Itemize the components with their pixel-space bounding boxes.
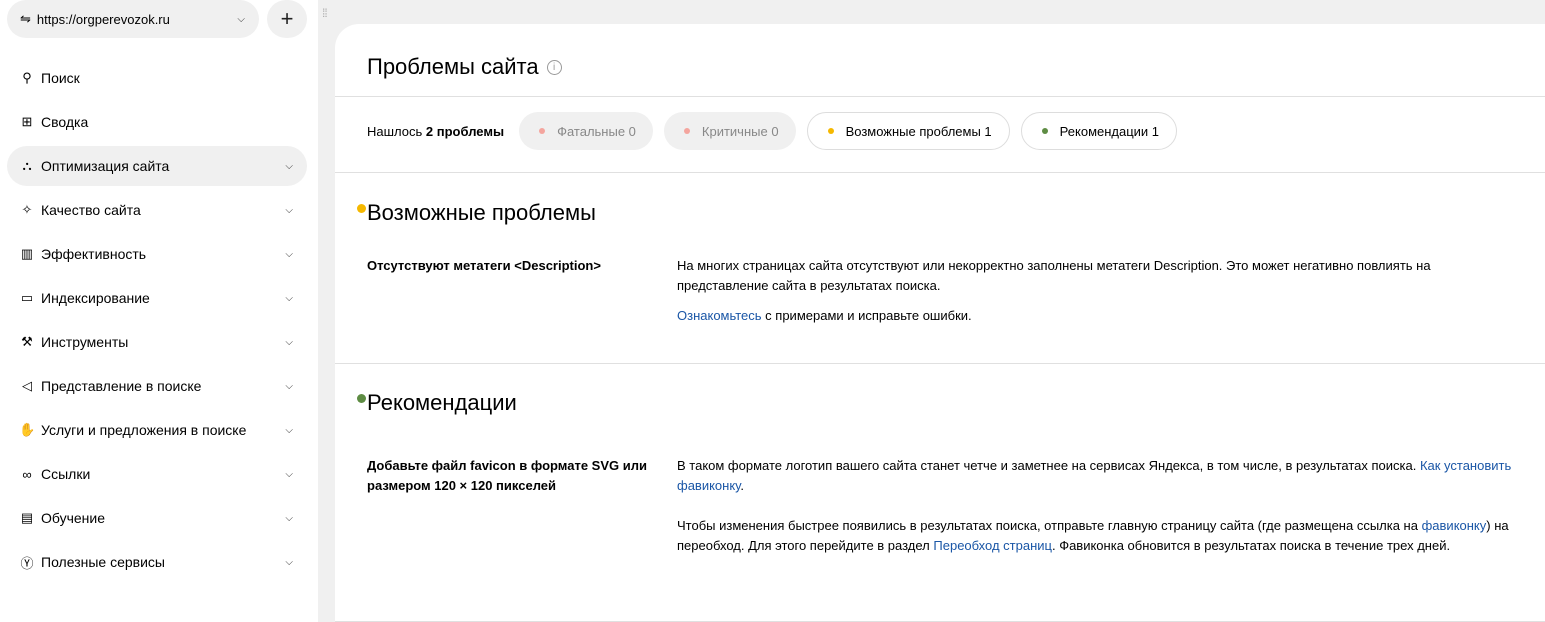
filter-chip[interactable]: Возможные проблемы 1 bbox=[806, 112, 1010, 150]
status-dot bbox=[827, 128, 834, 134]
sidebar-item[interactable]: ⚒ Инструменты ⌵ bbox=[7, 322, 307, 362]
monitor-icon: ▭ bbox=[20, 290, 34, 305]
site-selector[interactable]: ⇋ https://orgperevozok.ru ⌵ bbox=[7, 0, 259, 38]
sidebar-item-label: Полезные сервисы bbox=[41, 554, 165, 570]
book-icon: ▤ bbox=[20, 510, 34, 525]
drag-handle-icon[interactable]: ⁞⁞ bbox=[322, 7, 332, 19]
bars-icon: ▥ bbox=[20, 246, 34, 261]
status-dot bbox=[1041, 128, 1048, 134]
sidebar-item-label: Обучение bbox=[41, 510, 106, 526]
sidebar-item[interactable]: ◁ Представление в поиске ⌵ bbox=[7, 366, 307, 406]
chevron-down-icon: ⌵ bbox=[285, 424, 293, 436]
page-title-text: Проблемы сайта bbox=[367, 54, 539, 79]
sidebar-item[interactable]: ✋ Услуги и предложения в поиске ⌵ bbox=[7, 410, 307, 450]
sitemap-icon: ⛬ bbox=[22, 158, 32, 173]
chevron-down-icon: ⌵ bbox=[285, 204, 293, 216]
status-dot bbox=[357, 394, 366, 403]
chevron-down-icon: ⌵ bbox=[285, 468, 293, 480]
sidebar-item-label: Качество сайта bbox=[41, 202, 141, 218]
sidebar-item[interactable]: ▭ Индексирование ⌵ bbox=[7, 278, 307, 318]
status-dot bbox=[539, 128, 546, 134]
sidebar-item-label: Ссылки bbox=[41, 466, 91, 482]
filter-chip[interactable]: Фатальные 0 bbox=[519, 112, 653, 150]
sidebar-item[interactable]: ▤ Обучение ⌵ bbox=[7, 498, 307, 538]
filters: Нашлось 2 проблемы Фатальные 0 Критичные … bbox=[367, 112, 1178, 150]
sidebar-item[interactable]: Ⓨ Полезные сервисы ⌵ bbox=[7, 542, 307, 582]
favicon-link[interactable]: фавиконку bbox=[1422, 518, 1487, 533]
recommendation-title: Добавьте файл favicon в формате SVG или … bbox=[367, 458, 647, 493]
chevron-down-icon: ⌵ bbox=[285, 512, 293, 524]
sidebar-item-label: Индексирование bbox=[41, 290, 150, 306]
filter-chip[interactable]: Критичные 0 bbox=[663, 112, 796, 150]
sparkle-icon: ✧ bbox=[21, 202, 33, 217]
sidebar-item-label: Эффективность bbox=[41, 246, 147, 262]
sidebar-item-label: Поиск bbox=[41, 70, 80, 86]
recrawl-link[interactable]: Переобход страниц bbox=[933, 538, 1052, 553]
filter-chip[interactable]: Рекомендации 1 bbox=[1020, 112, 1178, 150]
chevron-down-icon: ⌵ bbox=[285, 292, 293, 304]
section-title-possible: Возможные проблемы bbox=[357, 200, 596, 226]
section-title-recommendations: Рекомендации bbox=[357, 390, 517, 416]
sidebar-item-label: Представление в поиске bbox=[41, 378, 202, 394]
sidebar-item[interactable]: ▥ Эффективность ⌵ bbox=[7, 234, 307, 274]
status-dot bbox=[357, 204, 366, 213]
chevron-down-icon: ⌵ bbox=[285, 160, 293, 172]
info-icon[interactable]: i bbox=[546, 59, 562, 75]
link-icon: ∞ bbox=[22, 466, 32, 482]
sidebar-item-label: Инструменты bbox=[41, 334, 129, 350]
filter-label: Возможные проблемы 1 bbox=[845, 123, 992, 139]
search-icon: ⚲ bbox=[22, 70, 32, 85]
issue-description: На многих страницах сайта отсутствуют ил… bbox=[677, 258, 1431, 323]
chevron-down-icon: ⌵ bbox=[285, 248, 293, 260]
site-url: https://orgperevozok.ru bbox=[36, 11, 170, 27]
grid-icon: ⊞ bbox=[21, 114, 33, 129]
sidebar-item[interactable]: ✧ Качество сайта ⌵ bbox=[7, 190, 307, 230]
wrench-icon: ⚒ bbox=[21, 334, 33, 349]
sidebar-nav: ⚲ Поиск ⊞ Сводка ⛬ Оптимизация сайта ⌵ ✧ Качеств… bbox=[7, 58, 307, 586]
sidebar-item-label: Оптимизация сайта bbox=[41, 158, 170, 174]
sidebar: ⇋ https://orgperevozok.ru ⌵ + ⚲ Поиск ⊞ Сво… bbox=[0, 0, 318, 622]
yandex-icon: Ⓨ bbox=[20, 555, 34, 571]
chevron-down-icon: ⌵ bbox=[285, 556, 293, 568]
chevron-down-icon: ⌵ bbox=[285, 380, 293, 392]
sidebar-item[interactable]: ⛬ Оптимизация сайта ⌵ bbox=[7, 146, 307, 186]
filter-label: Фатальные 0 bbox=[557, 123, 636, 139]
route-icon: ⇋ bbox=[20, 11, 31, 26]
chevron-down-icon: ⌵ bbox=[285, 336, 293, 348]
status-dot bbox=[683, 128, 690, 134]
megaphone-icon: ◁ bbox=[22, 378, 32, 393]
hand-icon: ✋ bbox=[19, 422, 36, 437]
divider bbox=[335, 363, 1545, 364]
divider bbox=[335, 172, 1545, 173]
add-site-button[interactable]: + bbox=[267, 0, 307, 38]
learn-more-link[interactable]: Ознакомьтесь bbox=[677, 308, 762, 323]
sidebar-item-label: Услуги и предложения в поиске bbox=[41, 422, 247, 438]
main-content: Проблемы сайта i Нашлось 2 проблемы Фатал… bbox=[335, 24, 1545, 622]
sidebar-item[interactable]: ⊞ Сводка bbox=[7, 102, 307, 142]
filter-label: Критичные 0 bbox=[701, 123, 779, 139]
issue-title: Отсутствуют метатеги <Description> bbox=[367, 258, 601, 273]
found-label: Нашлось 2 проблемы bbox=[367, 123, 505, 139]
sidebar-item[interactable]: ∞ Ссылки ⌵ bbox=[7, 454, 307, 494]
sidebar-item-label: Сводка bbox=[41, 114, 89, 130]
chevron-down-icon: ⌵ bbox=[237, 13, 245, 25]
page-title: Проблемы сайта i bbox=[367, 54, 562, 80]
divider bbox=[335, 96, 1545, 97]
sidebar-item[interactable]: ⚲ Поиск bbox=[7, 58, 307, 98]
filter-label: Рекомендации 1 bbox=[1059, 123, 1160, 139]
recommendation-description: В таком формате логотип вашего сайта ста… bbox=[677, 458, 1512, 553]
